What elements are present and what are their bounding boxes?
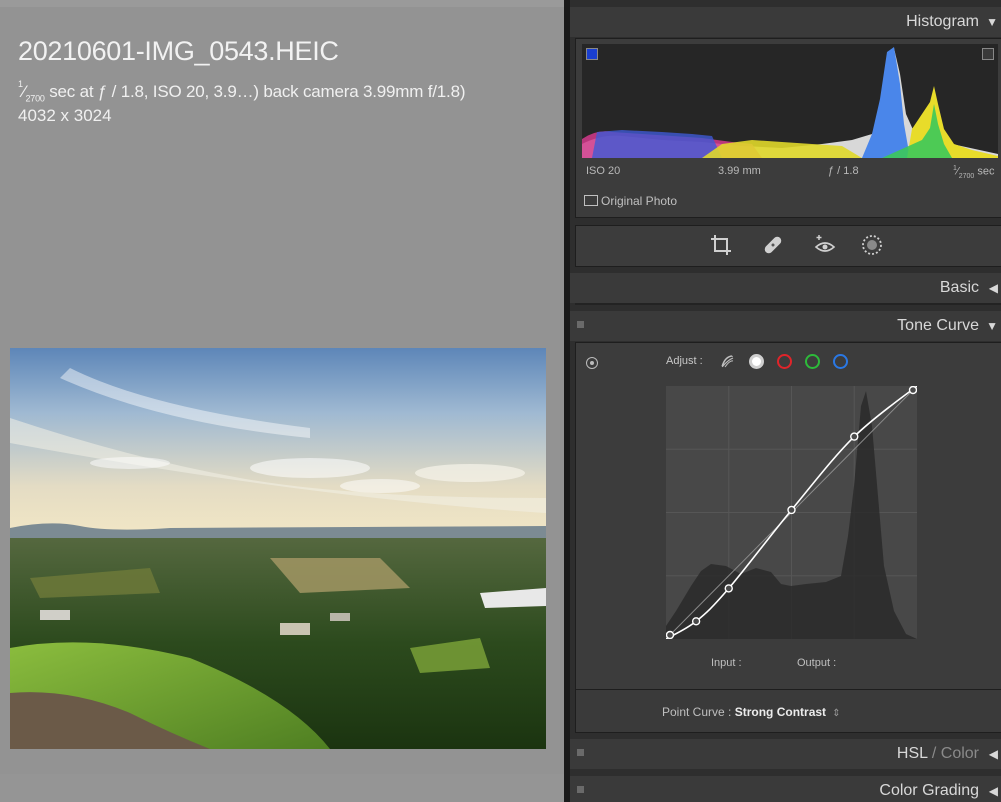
landscape-photo[interactable] xyxy=(10,348,546,749)
expand-icon[interactable]: ◀ xyxy=(989,281,998,295)
checkbox-icon[interactable] xyxy=(584,195,598,206)
parametric-curve-icon[interactable] xyxy=(720,354,735,369)
panel-switch-icon[interactable] xyxy=(577,321,584,328)
photo-dimensions: 4032 x 3024 xyxy=(18,106,112,125)
histo-shutter-numerator: 1 xyxy=(953,165,957,172)
expand-icon[interactable]: ◀ xyxy=(989,747,998,761)
histo-iso: ISO 20 xyxy=(586,165,621,177)
color-grading-title: Color Grading xyxy=(879,782,979,799)
blue-channel-button[interactable] xyxy=(833,354,848,369)
hsl-separator: / xyxy=(927,745,941,762)
photo-filename: 20210601-IMG_0543.HEIC xyxy=(18,36,339,66)
red-channel-button[interactable] xyxy=(777,354,792,369)
masking-icon[interactable] xyxy=(859,232,885,258)
panel-switch-icon[interactable] xyxy=(577,786,584,793)
hsl-tab[interactable]: HSL xyxy=(897,745,928,762)
viewer-top-edge xyxy=(0,0,564,7)
histo-aperture: ƒ / 1.8 xyxy=(828,165,859,177)
select-arrows-icon: ⇕ xyxy=(832,708,841,719)
curve-control-point[interactable] xyxy=(724,584,733,593)
exif-shutter-denominator: 2700 xyxy=(25,93,45,104)
crop-icon[interactable] xyxy=(708,232,734,258)
histogram-graph[interactable] xyxy=(582,44,998,158)
curve-control-point[interactable] xyxy=(908,385,918,395)
photo-exif-info: 1⁄2700 sec at ƒ / 1.8, ISO 20, 3.9…) bac… xyxy=(18,79,466,104)
basic-header[interactable]: Basic ◀ xyxy=(570,273,1001,303)
curve-control-point[interactable] xyxy=(850,432,859,441)
histo-shutter-unit: sec xyxy=(977,165,995,178)
histogram-title: Histogram xyxy=(906,13,979,30)
develop-panel: Histogram ▼ ISO 20 3.99 mm ƒ / 1.8 1⁄270… xyxy=(570,0,1001,802)
green-channel-button[interactable] xyxy=(805,354,820,369)
panel-switch-icon[interactable] xyxy=(577,749,584,756)
expand-icon[interactable]: ◀ xyxy=(989,784,998,798)
input-label: Input : xyxy=(711,657,742,669)
exif-shutter-numerator: 1 xyxy=(18,79,23,90)
color-tab[interactable]: Color xyxy=(941,745,979,762)
rgb-channel-button[interactable] xyxy=(749,354,764,369)
point-curve-label: Point Curve : xyxy=(662,705,732,719)
curve-control-point[interactable] xyxy=(787,505,796,515)
histo-shutter: 1⁄2700 sec xyxy=(953,165,995,180)
shadow-clipping-toggle[interactable] xyxy=(586,48,598,60)
red-eye-icon[interactable] xyxy=(812,232,838,258)
original-photo-label: Original Photo xyxy=(601,194,678,208)
tool-strip xyxy=(575,225,1001,267)
target-adjust-icon[interactable] xyxy=(586,357,598,369)
tone-curve-header[interactable]: Tone Curve ▼ xyxy=(570,311,1001,341)
hsl-color-header[interactable]: HSL / Color ◀ xyxy=(570,739,1001,769)
histo-focal-length: 3.99 mm xyxy=(718,165,761,177)
adjust-label: Adjust : xyxy=(666,355,703,367)
section-divider xyxy=(575,303,1001,305)
output-label: Output : xyxy=(797,657,837,669)
original-photo-toggle[interactable]: Original Photo xyxy=(584,194,677,208)
collapse-icon[interactable]: ▼ xyxy=(986,15,998,29)
point-curve-select[interactable]: Point Curve : Strong Contrast ⇕ xyxy=(662,705,840,719)
tone-curve-title: Tone Curve xyxy=(897,317,979,334)
photo-viewer: 20210601-IMG_0543.HEIC 1⁄2700 sec at ƒ /… xyxy=(0,0,564,802)
healing-icon[interactable] xyxy=(760,232,786,258)
viewer-bottom-edge xyxy=(0,774,564,802)
collapse-icon[interactable]: ▼ xyxy=(986,319,998,333)
point-curve-value: Strong Contrast xyxy=(734,705,827,719)
exif-text: sec at ƒ / 1.8, ISO 20, 3.9…) back camer… xyxy=(44,82,466,101)
highlight-clipping-toggle[interactable] xyxy=(982,48,994,60)
curve-control-point[interactable] xyxy=(691,617,701,626)
tone-curve-graph[interactable] xyxy=(665,385,918,640)
histogram-header[interactable]: Histogram ▼ xyxy=(570,7,1001,37)
curve-control-point[interactable] xyxy=(665,630,675,640)
histo-shutter-denominator: 2700 xyxy=(958,172,975,180)
color-grading-header[interactable]: Color Grading ◀ xyxy=(570,776,1001,802)
hsl-color-title: HSL / Color xyxy=(897,745,979,763)
basic-title: Basic xyxy=(939,279,979,296)
